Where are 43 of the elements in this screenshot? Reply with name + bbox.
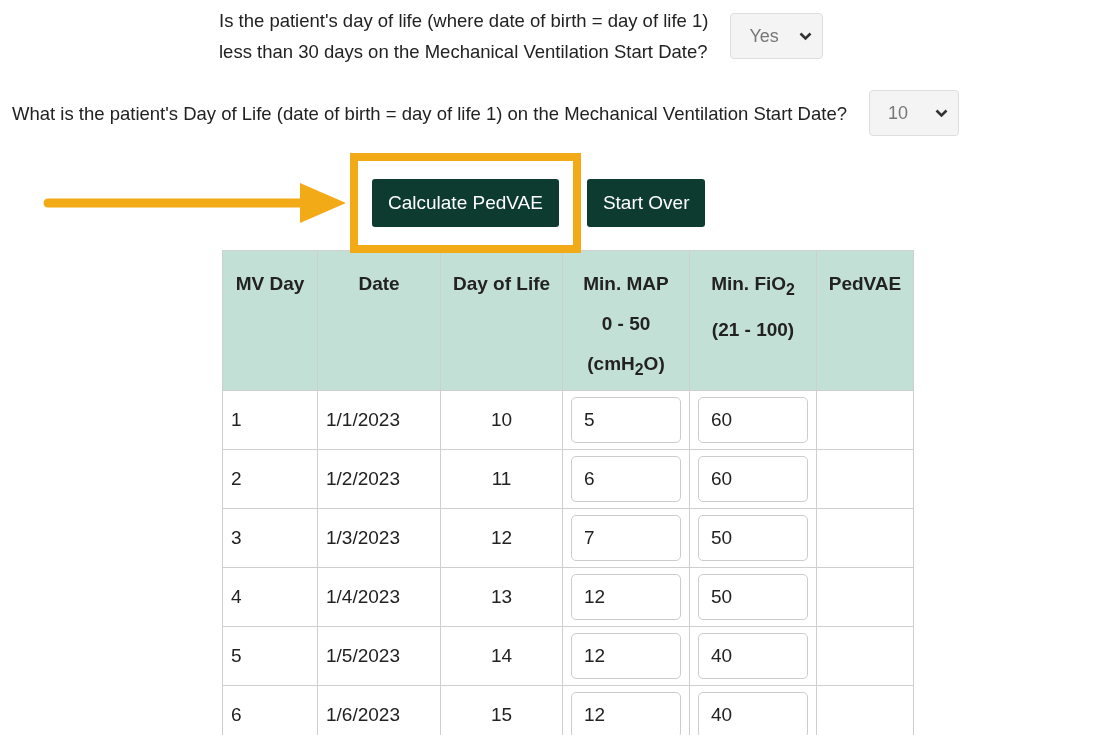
column-header: Day of Life [440, 250, 563, 391]
question-text: What is the patient's Day of Life (date of birth = day of life 1) on the Mechanical Ventilation Start Date? [12, 101, 847, 126]
input-field[interactable]: 12 [571, 632, 681, 679]
table-cell: 6 [222, 685, 318, 735]
chevron-icon [799, 31, 813, 41]
input-field[interactable]: 40 [698, 691, 808, 735]
arrow-icon [42, 182, 346, 224]
input-field[interactable]: 5 [571, 396, 681, 443]
question-text: Is the patient's day of life (where date of birth = day of life 1) less than 30 days on the Mechanical Ventilation Start Date? [219, 9, 709, 64]
input-field[interactable]: 60 [698, 396, 808, 443]
table-cell: 2 [222, 449, 318, 509]
column-header: Date [317, 250, 441, 391]
column-header: PedVAE [816, 250, 914, 391]
column-header: Min. FiO$_{2}$ (21 - 100) [689, 250, 817, 391]
table-cell: 5 [222, 626, 318, 686]
table-cell: 1/1/2023 [317, 390, 441, 450]
action-button[interactable]: Start Over [586, 179, 706, 227]
input-field[interactable]: 12 [571, 573, 681, 620]
input-field[interactable]: 6 [571, 455, 681, 502]
input-field[interactable]: 40 [698, 632, 808, 679]
table-cell: 10 [440, 390, 563, 450]
input-field[interactable]: 60 [698, 455, 808, 502]
table-cell: 14 [440, 626, 563, 686]
table-cell: 3 [222, 508, 318, 568]
input-field[interactable]: 50 [698, 514, 808, 561]
table-cell: 4 [222, 567, 318, 627]
table-cell: 1/5/2023 [317, 626, 441, 686]
table-cell: 1/3/2023 [317, 508, 441, 568]
table-cell: 1 [222, 390, 318, 450]
input-field[interactable]: 12 [571, 691, 681, 735]
select-field[interactable]: Yes [730, 13, 824, 59]
table-cell: 11 [440, 449, 563, 509]
table-cell: 12 [440, 508, 563, 568]
table-cell: 1/4/2023 [317, 567, 441, 627]
select-field[interactable]: 10 [868, 90, 959, 136]
action-button[interactable]: Calculate PedVAE [372, 179, 559, 227]
table-cell: 1/2/2023 [317, 449, 441, 509]
input-field[interactable]: 7 [571, 514, 681, 561]
column-header: MV Day [222, 250, 318, 391]
table-cell: 13 [440, 567, 563, 627]
input-field[interactable]: 50 [698, 573, 808, 620]
column-header: Min. MAP 0 - 50 (cmH$_{2}$O) [562, 250, 690, 391]
chevron-icon [934, 108, 948, 118]
